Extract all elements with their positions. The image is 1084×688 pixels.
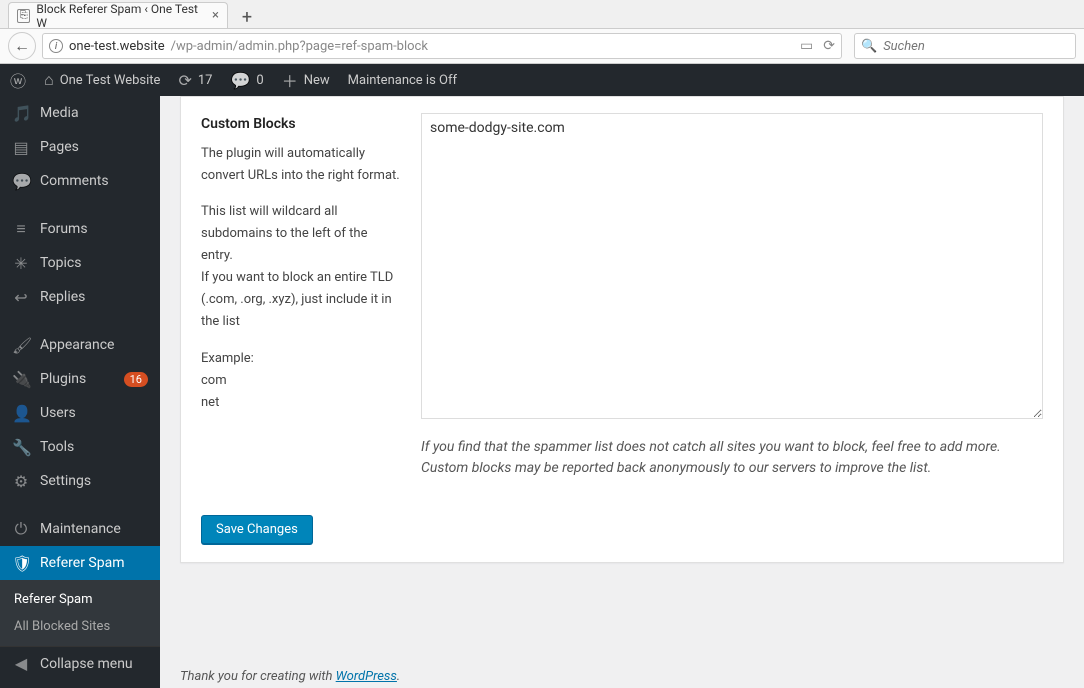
footer-suffix: . <box>397 669 400 684</box>
back-button[interactable]: ← <box>8 32 36 60</box>
plugins-icon: 🔌 <box>12 370 30 389</box>
browser-tab[interactable]: ⎘ Block Referer Spam ‹ One Test W × <box>8 2 228 28</box>
admin-sidebar: 🎵Media ▤Pages 💬Comments ≡Forums ✳Topics … <box>0 96 160 688</box>
save-button[interactable]: Save Changes <box>201 515 313 544</box>
sidebar-label: Appearance <box>40 337 114 353</box>
maintenance-label: Maintenance is Off <box>348 73 457 88</box>
browser-tab-strip: ⎘ Block Referer Spam ‹ One Test W × + <box>0 0 1084 28</box>
sidebar-label: Plugins <box>40 371 86 387</box>
example-value: net <box>201 395 219 410</box>
site-name-text: One Test Website <box>60 73 161 88</box>
browser-toolbar: ← i one-test.website/wp-admin/admin.php?… <box>0 28 1084 64</box>
reload-icon[interactable]: ⟳ <box>823 38 835 54</box>
tab-favicon: ⎘ <box>17 9 30 23</box>
desc-line: The plugin will automatically convert UR… <box>201 143 401 187</box>
sidebar-item-replies[interactable]: ↩ Replies <box>0 280 160 314</box>
pages-icon: ▤ <box>12 138 30 157</box>
url-bar[interactable]: i one-test.website/wp-admin/admin.php?pa… <box>42 33 842 59</box>
collapse-menu[interactable]: ◀ Collapse menu <box>0 646 160 680</box>
new-content-link[interactable]: ＋New <box>282 68 330 92</box>
collapse-icon: ◀ <box>12 654 30 673</box>
submenu-all-blocked[interactable]: All Blocked Sites <box>0 613 160 640</box>
desc-line: This list will wildcard all subdomains t… <box>201 204 367 263</box>
browser-search[interactable]: 🔍 <box>854 33 1076 59</box>
sidebar-label: Referer Spam <box>40 555 125 571</box>
sidebar-item-tools[interactable]: 🔧 Tools <box>0 430 160 464</box>
browser-search-input[interactable] <box>883 39 1069 54</box>
new-label: New <box>304 73 330 88</box>
search-icon: 🔍 <box>861 39 877 54</box>
field-heading: Custom Blocks <box>201 113 401 137</box>
topics-icon: ✳ <box>12 254 30 273</box>
site-info-icon[interactable]: i <box>49 39 63 53</box>
plugins-badge: 16 <box>124 372 148 387</box>
sidebar-item-topics[interactable]: ✳ Topics <box>0 246 160 280</box>
sidebar-item-users[interactable]: 👤 Users <box>0 396 160 430</box>
sidebar-item-settings[interactable]: ⚙ Settings <box>0 464 160 498</box>
sidebar-label: Settings <box>40 473 91 489</box>
comments-icon: 💬 <box>12 172 30 191</box>
settings-panel: Custom Blocks The plugin will automatica… <box>180 96 1064 563</box>
example-value: com <box>201 373 227 388</box>
custom-blocks-textarea[interactable] <box>421 113 1043 419</box>
comments-count: 0 <box>256 73 263 88</box>
sidebar-label: Media <box>40 105 79 121</box>
footer-credit: Thank you for creating with WordPress. <box>180 669 400 684</box>
forums-icon: ≡ <box>12 219 30 239</box>
sidebar-label: Comments <box>40 173 109 189</box>
comments-link[interactable]: 💬0 <box>230 71 263 90</box>
updates-link[interactable]: ⟳17 <box>178 71 212 90</box>
media-icon: 🎵 <box>12 104 30 123</box>
sidebar-label: Replies <box>40 289 85 305</box>
sidebar-item-plugins[interactable]: 🔌 Plugins 16 <box>0 362 160 396</box>
collapse-label: Collapse menu <box>40 656 133 672</box>
footer-prefix: Thank you for creating with <box>180 669 336 684</box>
users-icon: 👤 <box>12 404 30 423</box>
sidebar-label: Users <box>40 405 76 421</box>
sidebar-item-comments[interactable]: 💬 Comments <box>0 164 160 198</box>
sidebar-label: Maintenance <box>40 521 121 537</box>
new-tab-button[interactable]: + <box>234 6 260 28</box>
sidebar-item-referer-spam[interactable]: 🛡 Referer Spam <box>0 546 160 580</box>
maintenance-icon: ⏻ <box>12 519 30 539</box>
wp-logo[interactable]: ⓦ <box>10 68 26 92</box>
tab-close-icon[interactable]: × <box>212 8 219 23</box>
content-area: Custom Blocks The plugin will automatica… <box>160 96 1084 688</box>
url-host: one-test.website <box>69 39 165 54</box>
replies-icon: ↩ <box>12 288 30 307</box>
sidebar-item-media[interactable]: 🎵 Media <box>0 96 160 130</box>
sidebar-label: Pages <box>40 139 79 155</box>
maintenance-toggle[interactable]: Maintenance is Off <box>348 73 457 88</box>
sidebar-label: Tools <box>40 439 74 455</box>
wordpress-link[interactable]: WordPress <box>336 669 397 684</box>
sidebar-submenu: Referer Spam All Blocked Sites <box>0 580 160 646</box>
updates-count: 17 <box>198 73 213 88</box>
sidebar-item-forums[interactable]: ≡ Forums <box>0 212 160 246</box>
sidebar-label: Forums <box>40 221 88 237</box>
tools-icon: 🔧 <box>12 438 30 457</box>
url-path: /wp-admin/admin.php?page=ref-spam-block <box>171 39 428 54</box>
help-text: If you find that the spammer list does n… <box>421 437 1043 479</box>
site-name-link[interactable]: ⌂One Test Website <box>44 70 160 90</box>
sidebar-item-pages[interactable]: ▤ Pages <box>0 130 160 164</box>
sidebar-label: Topics <box>40 255 81 271</box>
tab-title: Block Referer Spam ‹ One Test W <box>36 2 202 30</box>
submenu-referer-spam[interactable]: Referer Spam <box>0 586 160 613</box>
settings-icon: ⚙ <box>12 472 30 491</box>
appearance-icon: 🖌 <box>12 336 30 355</box>
sidebar-item-maintenance[interactable]: ⏻ Maintenance <box>0 512 160 546</box>
sidebar-item-appearance[interactable]: 🖌 Appearance <box>0 328 160 362</box>
field-description: Custom Blocks The plugin will automatica… <box>201 113 401 479</box>
reader-mode-icon[interactable]: ▭ <box>800 38 813 54</box>
example-label: Example: <box>201 351 254 366</box>
desc-line: If you want to block an entire TLD (.com… <box>201 270 393 329</box>
shield-icon: 🛡 <box>12 554 30 573</box>
wp-admin-bar: ⓦ ⌂One Test Website ⟳17 💬0 ＋New Maintena… <box>0 64 1084 96</box>
